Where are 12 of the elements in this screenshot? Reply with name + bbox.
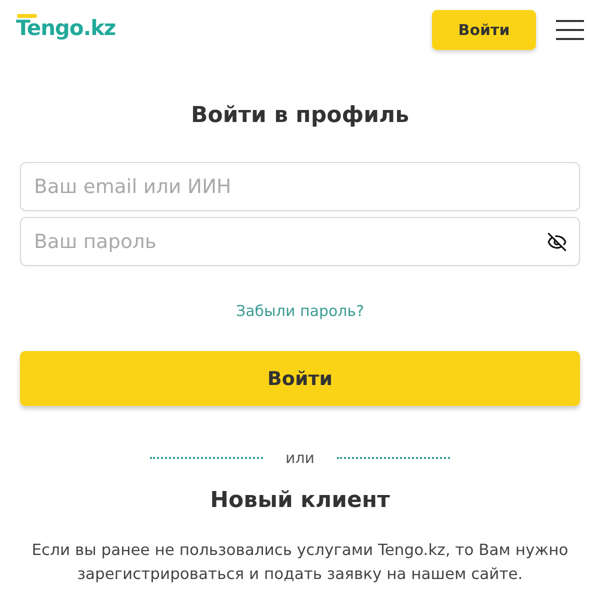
new-client-title: Новый клиент <box>209 487 391 515</box>
eye-slash-icon[interactable] <box>547 232 567 252</box>
menu-button[interactable] <box>556 19 584 41</box>
login-button[interactable]: Войти <box>432 10 536 50</box>
login-title: Войти в профиль <box>190 102 410 130</box>
new-client-text: Если вы ранее не пользовались услугами Tengo.kz, то Вам нужно зарегистрироваться и подать заявку на нашем сайте. <box>30 540 570 585</box>
logo-bar-icon <box>17 14 37 18</box>
menu-icon <box>556 20 584 40</box>
submit-login-button[interactable]: Войти <box>20 351 580 406</box>
divider-label: или <box>284 448 316 468</box>
email-field[interactable]: Ваш email или ИИН <box>20 162 580 211</box>
password-field[interactable]: Ваш пароль <box>20 217 580 266</box>
